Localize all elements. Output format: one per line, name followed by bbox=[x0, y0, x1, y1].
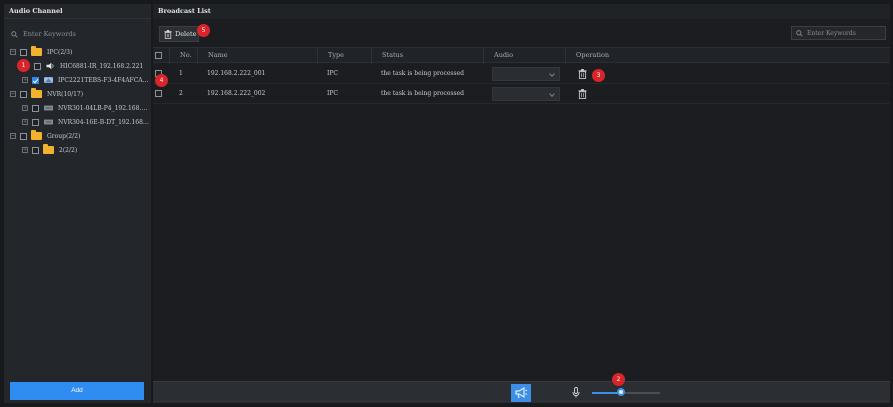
nvr-icon bbox=[44, 119, 53, 125]
delete-label: Delete bbox=[175, 30, 197, 38]
row-status: the task is being processed bbox=[381, 90, 464, 97]
collapse-icon[interactable]: − bbox=[10, 49, 16, 55]
tree-checkbox[interactable] bbox=[32, 104, 39, 112]
column-header-type[interactable]: Type bbox=[317, 48, 371, 64]
row-no: 1 bbox=[179, 70, 183, 77]
audio-channel-title: Audio Channel bbox=[4, 4, 151, 19]
collapse-icon[interactable]: − bbox=[10, 133, 16, 139]
callout-marker: 4 bbox=[155, 74, 168, 87]
volume-slider[interactable] bbox=[592, 388, 660, 396]
column-header-name[interactable]: Name bbox=[197, 48, 317, 64]
tree-node-nvr[interactable]: − NVR(10/17) bbox=[4, 87, 151, 101]
tree-node-group-2[interactable]: + 2(2/2) bbox=[4, 143, 151, 157]
table-header: No. Name Type Status Audio Operation bbox=[153, 47, 890, 64]
row-name: 192.168.2.222_001 bbox=[207, 70, 266, 77]
add-button[interactable]: Add bbox=[10, 382, 144, 400]
tree-node-label: IPC2221TEBS-F3-4F4AFCA_1… bbox=[58, 76, 151, 84]
tree-checkbox[interactable] bbox=[34, 62, 41, 70]
channel-search-placeholder: Enter Keywords bbox=[23, 30, 76, 38]
callout-marker: 2 bbox=[612, 373, 625, 386]
tree-checkbox[interactable] bbox=[20, 48, 27, 56]
broadcast-search-placeholder: Enter Keywords bbox=[807, 29, 856, 37]
tree-node-label: NVR(10/17) bbox=[47, 90, 84, 98]
broadcast-control-bar bbox=[153, 381, 890, 403]
tree-checkbox[interactable] bbox=[32, 118, 39, 126]
camera-icon bbox=[44, 77, 53, 83]
tree-node-camera[interactable]: + IPC2221TEBS-F3-4F4AFCA_1… bbox=[4, 73, 151, 87]
column-header-operation: Operation bbox=[565, 48, 890, 64]
audio-select[interactable] bbox=[492, 87, 560, 101]
row-type: IPC bbox=[327, 70, 338, 77]
channel-search-input[interactable]: Enter Keywords bbox=[11, 28, 147, 40]
folder-icon bbox=[31, 88, 42, 98]
broadcast-search-input[interactable]: Enter Keywords bbox=[791, 26, 886, 40]
tree-node-label: 2(2/2) bbox=[59, 146, 78, 154]
toolbar: Delete Enter Keywords bbox=[153, 24, 890, 44]
tree-node-label: NVR301-04LB-P4_192.168.2… bbox=[58, 104, 151, 112]
expand-icon[interactable]: + bbox=[22, 147, 28, 153]
row-name: 192.168.2.222_002 bbox=[207, 90, 266, 97]
collapse-icon[interactable]: − bbox=[10, 91, 16, 97]
folder-icon bbox=[43, 144, 54, 154]
search-icon bbox=[796, 29, 803, 37]
tree-node-ipc[interactable]: − IPC(2/3) bbox=[4, 45, 151, 59]
column-header-no[interactable]: No. bbox=[169, 48, 197, 64]
row-checkbox[interactable] bbox=[155, 90, 162, 97]
expand-icon[interactable]: + bbox=[22, 77, 28, 83]
callout-marker: 3 bbox=[592, 69, 605, 82]
tree-node-label: HIC6881-IR_192.168.2.221 bbox=[60, 62, 144, 70]
broadcast-icon bbox=[515, 387, 528, 399]
row-no: 2 bbox=[179, 90, 183, 97]
column-header-status[interactable]: Status bbox=[371, 48, 483, 64]
trash-icon bbox=[164, 29, 172, 39]
trash-icon[interactable] bbox=[578, 89, 587, 99]
tree-node-label: IPC(2/3) bbox=[47, 48, 73, 56]
volume-handle[interactable] bbox=[617, 388, 625, 396]
audio-select[interactable] bbox=[492, 67, 560, 81]
column-header-audio[interactable]: Audio bbox=[483, 48, 565, 64]
tree-node-label: NVR304-16E-B-DT_192.168… bbox=[58, 118, 149, 126]
tree-checkbox[interactable] bbox=[20, 132, 27, 140]
tree-checkbox[interactable] bbox=[20, 90, 27, 98]
select-all-checkbox[interactable] bbox=[155, 52, 162, 59]
trash-icon[interactable] bbox=[578, 69, 587, 79]
table-row[interactable]: 1 192.168.2.222_001 IPC the task is bein… bbox=[153, 64, 890, 84]
table-row[interactable]: 2 192.168.2.222_002 IPC the task is bein… bbox=[153, 84, 890, 104]
chevron-down-icon bbox=[549, 71, 555, 77]
tree-node-label: Group(2/2) bbox=[47, 132, 81, 140]
expand-icon[interactable]: + bbox=[22, 119, 28, 125]
expand-icon[interactable]: + bbox=[22, 105, 28, 111]
speaker-icon bbox=[46, 62, 54, 70]
broadcast-button[interactable] bbox=[511, 384, 531, 402]
folder-icon bbox=[31, 46, 42, 56]
row-status: the task is being processed bbox=[381, 70, 464, 77]
tree-node-group[interactable]: − Group(2/2) bbox=[4, 129, 151, 143]
broadcast-list-title: Broadcast List bbox=[153, 4, 890, 19]
row-type: IPC bbox=[327, 90, 338, 97]
microphone-icon[interactable] bbox=[572, 387, 580, 398]
search-icon bbox=[11, 30, 18, 38]
folder-icon bbox=[31, 130, 42, 140]
broadcast-list-panel: Broadcast List Delete Enter Keywords No.… bbox=[153, 4, 890, 403]
tree-checkbox[interactable] bbox=[32, 146, 39, 154]
tree-checkbox-checked[interactable] bbox=[32, 76, 39, 84]
delete-button[interactable]: Delete bbox=[159, 26, 199, 42]
chevron-down-icon bbox=[549, 91, 555, 97]
callout-marker: 5 bbox=[197, 24, 210, 37]
tree-node-nvr304[interactable]: + NVR304-16E-B-DT_192.168… bbox=[4, 115, 151, 129]
callout-marker: 1 bbox=[17, 59, 30, 72]
nvr-icon bbox=[44, 105, 53, 111]
tree-node-nvr301[interactable]: + NVR301-04LB-P4_192.168.2… bbox=[4, 101, 151, 115]
